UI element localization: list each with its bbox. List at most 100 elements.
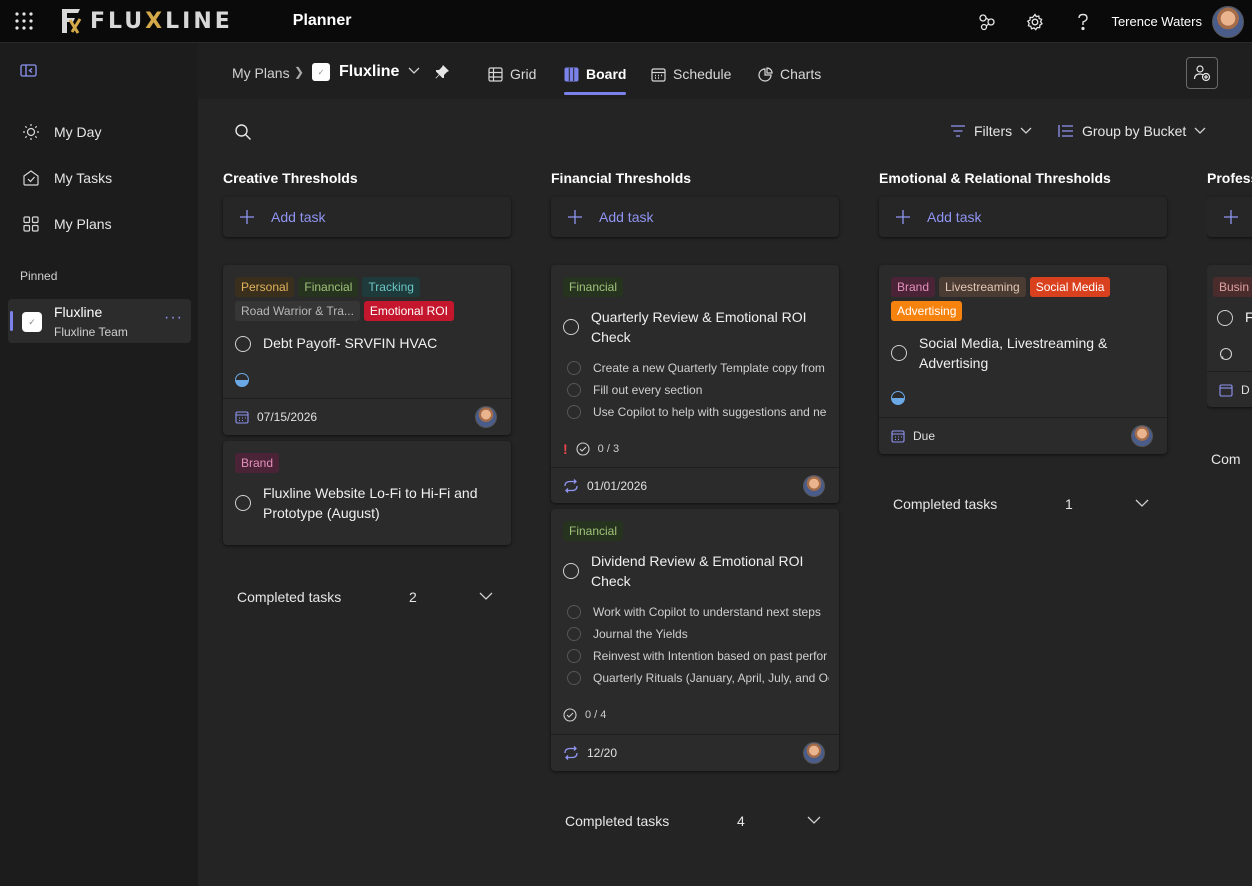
plus-icon (240, 210, 254, 224)
due-date: 01/01/2026 (587, 478, 648, 493)
tab-board[interactable]: Board (564, 53, 627, 95)
label-emotional-roi: Emotional ROI (363, 301, 454, 321)
add-task-button[interactable]: Add task (223, 197, 511, 237)
complete-task-checkbox[interactable] (1217, 310, 1233, 326)
nav-my-plans[interactable]: My Plans (0, 204, 198, 244)
checklist-checkbox[interactable] (567, 649, 581, 663)
completed-tasks-toggle[interactable]: Completed tasks 1 (893, 496, 1153, 512)
search-icon[interactable] (234, 123, 252, 141)
chevron-down-icon[interactable] (408, 66, 420, 76)
share-plan-button[interactable] (1186, 57, 1218, 89)
checklist-checkbox[interactable] (567, 383, 581, 397)
sun-icon (23, 124, 39, 140)
add-task-button[interactable] (1207, 197, 1252, 237)
nav-label: My Tasks (54, 170, 113, 186)
task-row: Quarterly Review & Emotional ROI Check (563, 307, 829, 347)
add-task-button[interactable]: Add task (879, 197, 1167, 237)
board-canvas: Filters Group by Bucket Creative Thresho… (198, 99, 1252, 886)
group-by-label: Group by Bucket (1082, 123, 1187, 139)
user-name[interactable]: Terence Waters (1111, 14, 1202, 29)
complete-task-checkbox[interactable] (891, 345, 907, 361)
filter-icon (951, 125, 965, 137)
add-task-button[interactable]: Add task (551, 197, 839, 237)
app-launcher-icon[interactable] (0, 0, 48, 43)
checklist-item: Fill out every section (567, 383, 829, 397)
bucket-title[interactable]: Creative Thresholds (223, 170, 358, 186)
breadcrumb-my-plans[interactable]: My Plans (232, 65, 290, 81)
plan-icon: ✓ (22, 312, 42, 332)
task-card[interactable]: Financial Dividend Review & Emotional RO… (551, 509, 839, 771)
checklist-checkbox[interactable] (567, 405, 581, 419)
filters-button[interactable]: Filters (950, 123, 1032, 139)
checklist-item: Work with Copilot to understand next ste… (567, 605, 829, 619)
assignee-avatar[interactable] (1131, 425, 1153, 447)
bucket-title[interactable]: Financial Thresholds (551, 170, 691, 186)
recurring-icon (564, 478, 578, 493)
complete-task-checkbox[interactable] (235, 336, 251, 352)
complete-task-checkbox[interactable] (235, 495, 251, 511)
complete-task-checkbox[interactable] (563, 319, 579, 335)
group-list-icon (1058, 125, 1073, 137)
label-advertising: Advertising (891, 301, 963, 321)
brand-logo[interactable]: FLUXLINE (58, 6, 233, 36)
label-financial: Financial (298, 277, 359, 297)
recurring-icon (564, 745, 578, 760)
complete-task-checkbox[interactable] (563, 563, 579, 579)
task-card[interactable]: Personal Financial Tracking Road Warrior… (223, 265, 511, 435)
checklist-checkbox[interactable] (567, 605, 581, 619)
tab-charts[interactable]: Charts (758, 53, 821, 95)
checklist-checkbox[interactable] (567, 627, 581, 641)
task-row: F (1217, 307, 1252, 327)
assignee-avatar[interactable] (803, 475, 825, 497)
calendar-icon (235, 410, 249, 424)
grid-icon (488, 66, 503, 82)
assignee-avatar[interactable] (803, 742, 825, 764)
task-card[interactable]: Financial Quarterly Review & Emotional R… (551, 265, 839, 503)
label-list: Personal Financial Tracking Road Warrior… (235, 277, 499, 321)
user-avatar[interactable] (1212, 5, 1244, 38)
tab-grid[interactable]: Grid (488, 53, 536, 95)
task-title: Dividend Review & Emotional ROI Check (591, 553, 804, 589)
chevron-down-icon (807, 816, 821, 824)
completed-count: 2 (409, 589, 417, 605)
share-network-icon[interactable] (963, 0, 1011, 43)
pinned-plan-fluxline[interactable]: ✓ Fluxline Fluxline Team ··· (8, 299, 191, 343)
collapse-sidebar-icon[interactable] (20, 63, 38, 84)
bucket-title[interactable]: Emotional & Relational Thresholds (879, 170, 1111, 186)
completed-count: 4 (737, 813, 745, 829)
task-card[interactable]: Brand Livestreaming Social Media Adverti… (879, 265, 1167, 454)
board-icon (564, 67, 579, 81)
pin-icon[interactable] (434, 64, 450, 80)
checklist-item: Create a new Quarterly Template copy fro… (567, 361, 829, 375)
plans-grid-icon (23, 216, 39, 232)
assignee-avatar[interactable] (475, 406, 497, 428)
calendar-icon (891, 429, 905, 443)
in-progress-icon[interactable] (235, 373, 249, 387)
checklist-checkbox[interactable] (567, 361, 581, 375)
tab-schedule[interactable]: Schedule (651, 53, 731, 95)
nav-my-tasks[interactable]: My Tasks (0, 158, 198, 198)
plan-icon: ✓ (312, 63, 330, 81)
completed-tasks-toggle[interactable]: Com (1211, 451, 1252, 467)
label-tracking: Tracking (362, 277, 420, 297)
checklist-checkbox[interactable] (567, 671, 581, 685)
help-icon[interactable] (1059, 0, 1107, 43)
in-progress-icon[interactable] (891, 391, 905, 405)
nav-my-day[interactable]: My Day (0, 112, 198, 152)
completed-tasks-toggle[interactable]: Completed tasks 2 (237, 589, 497, 605)
pinned-plan-title: Fluxline (54, 304, 103, 320)
group-by-button[interactable]: Group by Bucket (1058, 123, 1206, 139)
card-footer: 07/15/2026 (223, 398, 511, 434)
tab-label: Grid (510, 66, 537, 82)
checklist-item: Reinvest with Intention based on past pe… (567, 649, 829, 663)
task-card[interactable]: Busin F D (1207, 265, 1252, 407)
completed-label: Completed tasks (237, 589, 342, 605)
settings-gear-icon[interactable] (1011, 0, 1059, 43)
more-options-icon[interactable]: ··· (164, 309, 183, 327)
plus-icon (1224, 210, 1238, 224)
completed-tasks-toggle[interactable]: Completed tasks 4 (565, 813, 825, 829)
bucket-title[interactable]: Profess (1207, 170, 1252, 186)
card-footer: 01/01/2026 (551, 467, 839, 503)
plan-title[interactable]: Fluxline (339, 63, 399, 81)
task-card[interactable]: Brand Fluxline Website Lo-Fi to Hi-Fi an… (223, 441, 511, 545)
